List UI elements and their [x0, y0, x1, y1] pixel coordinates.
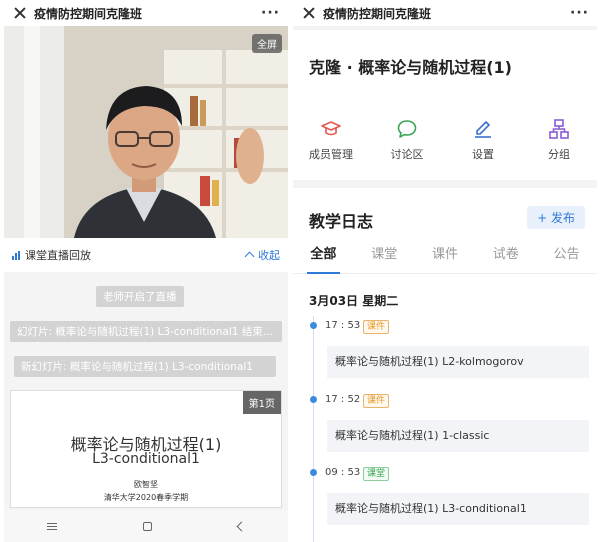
publish-button[interactable]: + 发布 — [527, 206, 585, 229]
home-icon[interactable] — [143, 521, 152, 531]
grouping-label: 分组 — [548, 148, 570, 161]
close-icon[interactable] — [301, 5, 317, 21]
settings-label: 设置 — [472, 148, 494, 161]
system-nav-bar — [4, 510, 288, 542]
system-message: 新幻灯片: 概率论与随机过程(1) L3-conditional1 — [14, 356, 276, 377]
timeline-line — [313, 316, 314, 542]
tab-courseware[interactable]: 课件 — [415, 240, 476, 273]
timeline-dot — [310, 322, 317, 329]
log-title: 教学日志 — [309, 212, 374, 231]
more-icon[interactable]: ··· — [261, 5, 280, 21]
live-replay-panel: 疫情防控期间克隆班 ··· 全屏 课堂直播回放 收起 老师开启了直播 幻灯片: … — [4, 0, 288, 542]
live-video[interactable]: 全屏 — [4, 26, 288, 238]
grouping-button[interactable]: 分组 — [521, 118, 597, 162]
log-entry[interactable]: 概率论与随机过程(1) 1-classic — [327, 420, 589, 452]
slide-preview[interactable]: 第1页 概率论与随机过程(1) L3-conditional1 欧智坚 清华大学… — [10, 390, 282, 508]
more-icon[interactable]: ··· — [570, 5, 589, 21]
discussion-button[interactable]: 讨论区 — [369, 118, 445, 162]
entry-tag: 课堂 — [363, 467, 390, 481]
entry-time: 09 : 53 — [325, 467, 361, 478]
system-message: 老师开启了直播 — [96, 286, 184, 307]
timeline-dot — [310, 469, 317, 476]
replay-bar: 课堂直播回放 收起 — [4, 238, 288, 272]
entry-time: 17 : 52 — [325, 394, 361, 405]
graduation-cap-icon — [321, 121, 341, 136]
collapse-button[interactable]: 收起 — [244, 247, 280, 263]
right-header-title: 疫情防控期间克隆班 — [323, 6, 432, 21]
log-tabs: 全部 课堂 课件 试卷 公告 — [293, 240, 597, 274]
left-header: 疫情防控期间克隆班 ··· — [4, 0, 288, 26]
teaching-log: 教学日志 + 发布 全部 课堂 课件 试卷 公告 3月03日 星期二 17 : … — [293, 188, 597, 542]
log-entry[interactable]: 概率论与随机过程(1) L3-conditional1 — [327, 493, 589, 525]
slide-subtitle: L3-conditional1 — [92, 451, 200, 467]
settings-button[interactable]: 设置 — [445, 118, 521, 162]
slide-author: 欧智坚 — [134, 480, 158, 489]
group-tree-icon — [549, 119, 569, 139]
collapse-label: 收起 — [258, 249, 280, 262]
log-entry[interactable]: 概率论与随机过程(1) L2-kolmogorov — [327, 346, 589, 378]
slide-affiliation: 清华大学2020春季学期 — [103, 493, 189, 502]
course-card: 克隆 · 概率论与随机过程(1) 成员管理 讨论区 设置 分组 — [293, 30, 597, 180]
course-panel: 疫情防控期间克隆班 ··· 克隆 · 概率论与随机过程(1) 成员管理 讨论区 — [293, 0, 597, 542]
entry-tag: 课件 — [363, 394, 390, 408]
chevron-up-icon — [244, 251, 255, 262]
log-date: 3月03日 星期二 — [309, 294, 399, 308]
slide-page-badge: 第1页 — [242, 391, 281, 414]
tab-class[interactable]: 课堂 — [354, 240, 415, 273]
entry-time: 17 : 53 — [325, 320, 361, 331]
back-icon[interactable] — [236, 521, 247, 531]
members-label: 成员管理 — [309, 148, 353, 161]
left-header-title: 疫情防控期间克隆班 — [34, 6, 143, 21]
menu-icon[interactable] — [47, 522, 57, 531]
edit-pen-icon — [475, 121, 491, 138]
live-bars-icon — [12, 250, 21, 260]
entry-tag: 课件 — [363, 320, 390, 334]
fullscreen-button[interactable]: 全屏 — [252, 34, 282, 53]
tab-exam[interactable]: 试卷 — [475, 240, 536, 273]
chat-bubble-icon — [397, 120, 417, 138]
right-header: 疫情防控期间克隆班 ··· — [293, 0, 597, 26]
close-icon[interactable] — [12, 5, 28, 21]
function-row: 成员管理 讨论区 设置 分组 — [293, 118, 597, 162]
course-title: 克隆 · 概率论与随机过程(1) — [309, 58, 512, 77]
tab-all[interactable]: 全部 — [293, 240, 354, 274]
replay-title: 课堂直播回放 — [25, 249, 91, 262]
tab-announcement[interactable]: 公告 — [536, 240, 597, 273]
teacher-video-frame — [4, 26, 288, 238]
discussion-label: 讨论区 — [390, 148, 424, 161]
system-message: 幻灯片: 概率论与随机过程(1) L3-conditional1 结束... — [10, 321, 282, 342]
timeline-dot — [310, 396, 317, 403]
members-button[interactable]: 成员管理 — [293, 118, 369, 162]
